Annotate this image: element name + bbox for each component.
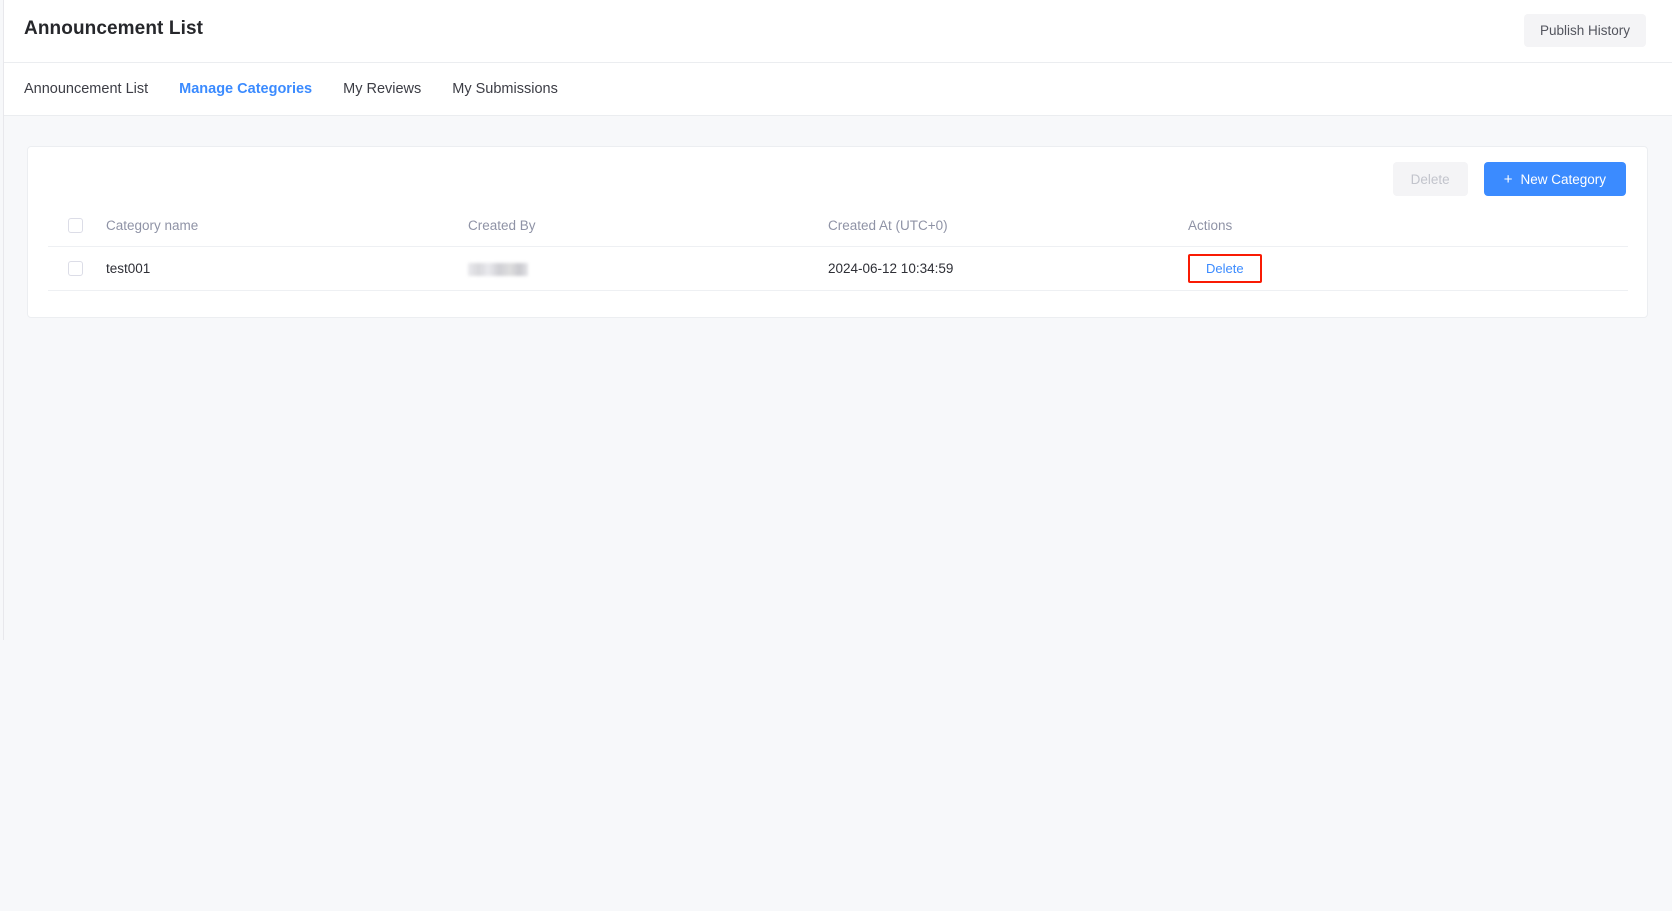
tab-my-submissions[interactable]: My Submissions bbox=[452, 82, 558, 97]
new-category-button-label: New Category bbox=[1520, 172, 1606, 187]
header-cell-actions: Actions bbox=[1188, 218, 1588, 233]
categories-table: Category name Created By Created At (UTC… bbox=[48, 205, 1628, 291]
row-delete-link[interactable]: Delete bbox=[1188, 254, 1262, 283]
row-cell-category-name: test001 bbox=[106, 261, 468, 276]
bulk-delete-button[interactable]: Delete bbox=[1393, 162, 1468, 196]
delete-action-wrapper: Delete bbox=[1188, 254, 1262, 283]
card-toolbar: Delete + New Category bbox=[1393, 162, 1626, 196]
tab-manage-categories[interactable]: Manage Categories bbox=[179, 82, 312, 97]
select-all-checkbox[interactable] bbox=[68, 218, 83, 233]
row-cell-select bbox=[48, 261, 106, 276]
tab-my-reviews[interactable]: My Reviews bbox=[343, 82, 421, 97]
plus-icon: + bbox=[1504, 172, 1513, 187]
row-cell-created-at: 2024-06-12 10:34:59 bbox=[828, 261, 1188, 276]
table-header-row: Category name Created By Created At (UTC… bbox=[48, 205, 1628, 247]
header-cell-created-by: Created By bbox=[468, 218, 828, 233]
row-cell-created-by bbox=[468, 261, 828, 276]
tabbar: Announcement List Manage Categories My R… bbox=[4, 63, 1672, 116]
header-cell-category-name: Category name bbox=[106, 218, 468, 233]
tab-announcement-list[interactable]: Announcement List bbox=[24, 82, 148, 97]
header-cell-created-at: Created At (UTC+0) bbox=[828, 218, 1188, 233]
row-select-checkbox[interactable] bbox=[68, 261, 83, 276]
app-root: Announcement List Publish History Announ… bbox=[0, 0, 1672, 911]
redacted-created-by bbox=[468, 263, 528, 276]
row-cell-actions: Delete bbox=[1188, 254, 1588, 283]
table-row: test001 2024-06-12 10:34:59 Delete bbox=[48, 247, 1628, 291]
titlebar: Announcement List Publish History bbox=[4, 0, 1672, 63]
header-cell-select bbox=[48, 218, 106, 233]
new-category-button[interactable]: + New Category bbox=[1484, 162, 1626, 196]
page-title: Announcement List bbox=[24, 18, 203, 40]
categories-card: Delete + New Category Category name Crea… bbox=[27, 146, 1648, 318]
publish-history-button[interactable]: Publish History bbox=[1524, 14, 1646, 47]
